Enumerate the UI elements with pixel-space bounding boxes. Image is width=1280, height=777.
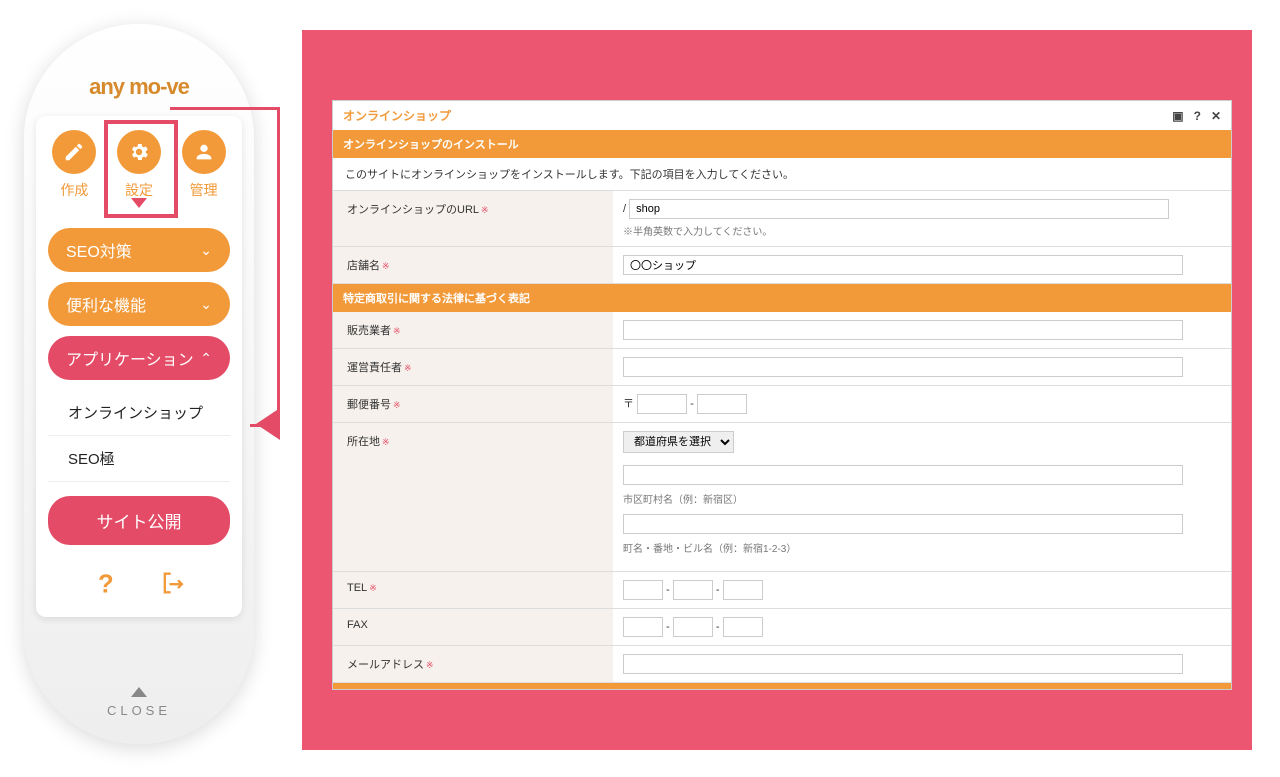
chevron-down-icon: ⌄ bbox=[200, 296, 212, 313]
url-prefix: / bbox=[623, 203, 626, 215]
street-hint: 町名・番地・ビル名（例：新宿1-2-3） bbox=[623, 540, 1221, 555]
street-input[interactable] bbox=[623, 514, 1183, 534]
url-label: オンラインショップのURL bbox=[347, 204, 479, 216]
close-footer[interactable]: CLOSE bbox=[24, 687, 254, 718]
fax-input-3[interactable] bbox=[723, 617, 763, 637]
email-label: メールアドレス bbox=[347, 659, 424, 671]
menu-convenient-label: 便利な機能 bbox=[66, 292, 146, 316]
connector-line bbox=[277, 107, 280, 424]
connector-arrow-icon bbox=[256, 408, 280, 440]
email-input[interactable] bbox=[623, 654, 1183, 674]
connector-line bbox=[170, 107, 280, 110]
tel-input-2[interactable] bbox=[673, 580, 713, 600]
install-description: このサイトにオンラインショップをインストールします。下記の項目を入力してください… bbox=[333, 158, 1231, 191]
addr-label: 所在地 bbox=[347, 436, 380, 448]
publish-button[interactable]: サイト公開 bbox=[48, 496, 230, 545]
top-icon-row: 作成 設定 管理 bbox=[36, 116, 242, 218]
chevron-up-icon: ⌃ bbox=[200, 350, 212, 367]
prefecture-select[interactable]: 都道府県を選択 bbox=[623, 431, 734, 453]
required-mark: ※ bbox=[382, 437, 390, 447]
tel-input-1[interactable] bbox=[623, 580, 663, 600]
section-law-header: 特定商取引に関する法律に基づく表記 bbox=[333, 284, 1231, 312]
required-mark: ※ bbox=[393, 400, 401, 410]
sidebar-card: 作成 設定 管理 SEO対策 ⌄ 便利な機能 ⌄ bbox=[36, 116, 242, 617]
submenu-online-shop[interactable]: オンラインショップ bbox=[48, 390, 230, 436]
menu-application-label: アプリケーション bbox=[66, 346, 194, 370]
menu-seo[interactable]: SEO対策 ⌄ bbox=[48, 228, 230, 272]
shop-name-label: 店舗名 bbox=[347, 260, 380, 272]
fax-label: FAX bbox=[347, 619, 368, 631]
chevron-up-icon bbox=[131, 687, 147, 697]
menu-seo-label: SEO対策 bbox=[66, 238, 132, 262]
url-input[interactable] bbox=[629, 199, 1169, 219]
nav-settings-label: 設定 bbox=[117, 180, 161, 200]
city-input[interactable] bbox=[623, 465, 1183, 485]
nav-settings[interactable]: 設定 bbox=[117, 130, 161, 208]
menu-application[interactable]: アプリケーション ⌃ bbox=[48, 336, 230, 380]
settings-panel: オンラインショップ ▣ ? ✕ オンラインショップのインストール このサイトにオ… bbox=[332, 100, 1232, 690]
panel-title: オンラインショップ bbox=[343, 107, 451, 124]
expand-icon[interactable]: ▣ bbox=[1172, 109, 1183, 123]
close-label: CLOSE bbox=[107, 703, 171, 718]
city-hint: 市区町村名（例：新宿区） bbox=[623, 491, 1221, 506]
required-mark: ※ bbox=[393, 326, 401, 336]
section-sales-header: 販売方法等 bbox=[333, 683, 1231, 690]
sidebar-pill: any mo-ve 作成 設定 管理 bbox=[24, 24, 254, 744]
postal-input-1[interactable] bbox=[637, 394, 687, 414]
svg-text:?: ? bbox=[98, 570, 114, 597]
nav-create-label: 作成 bbox=[52, 180, 96, 200]
required-mark: ※ bbox=[426, 660, 434, 670]
manager-input[interactable] bbox=[623, 357, 1183, 377]
fax-input-1[interactable] bbox=[623, 617, 663, 637]
nav-admin[interactable]: 管理 bbox=[182, 130, 226, 208]
nav-create[interactable]: 作成 bbox=[52, 130, 96, 208]
help-icon[interactable]: ? bbox=[1194, 109, 1201, 123]
tel-label: TEL bbox=[347, 582, 367, 594]
tel-input-3[interactable] bbox=[723, 580, 763, 600]
postal-prefix: 〒 bbox=[623, 398, 634, 410]
url-hint: ※半角英数で入力してください。 bbox=[623, 223, 1221, 238]
required-mark: ※ bbox=[382, 261, 390, 271]
gear-icon bbox=[117, 130, 161, 174]
shop-name-input[interactable] bbox=[623, 255, 1183, 275]
seller-input[interactable] bbox=[623, 320, 1183, 340]
postal-input-2[interactable] bbox=[697, 394, 747, 414]
user-icon bbox=[182, 130, 226, 174]
logo: any mo-ve bbox=[24, 74, 254, 100]
postal-label: 郵便番号 bbox=[347, 399, 391, 411]
logout-icon[interactable] bbox=[159, 569, 187, 597]
help-icon[interactable]: ? bbox=[91, 569, 119, 597]
required-mark: ※ bbox=[369, 583, 377, 593]
submenu-seokyoku[interactable]: SEO極 bbox=[48, 436, 230, 482]
pen-icon bbox=[52, 130, 96, 174]
required-mark: ※ bbox=[404, 363, 412, 373]
menu-convenient[interactable]: 便利な機能 ⌄ bbox=[48, 282, 230, 326]
seller-label: 販売業者 bbox=[347, 325, 391, 337]
required-mark: ※ bbox=[481, 205, 489, 215]
close-icon[interactable]: ✕ bbox=[1211, 109, 1221, 123]
fax-input-2[interactable] bbox=[673, 617, 713, 637]
manager-label: 運営責任者 bbox=[347, 362, 402, 374]
section-install-header: オンラインショップのインストール bbox=[333, 130, 1231, 158]
chevron-down-icon: ⌄ bbox=[200, 242, 212, 259]
nav-admin-label: 管理 bbox=[182, 180, 226, 200]
